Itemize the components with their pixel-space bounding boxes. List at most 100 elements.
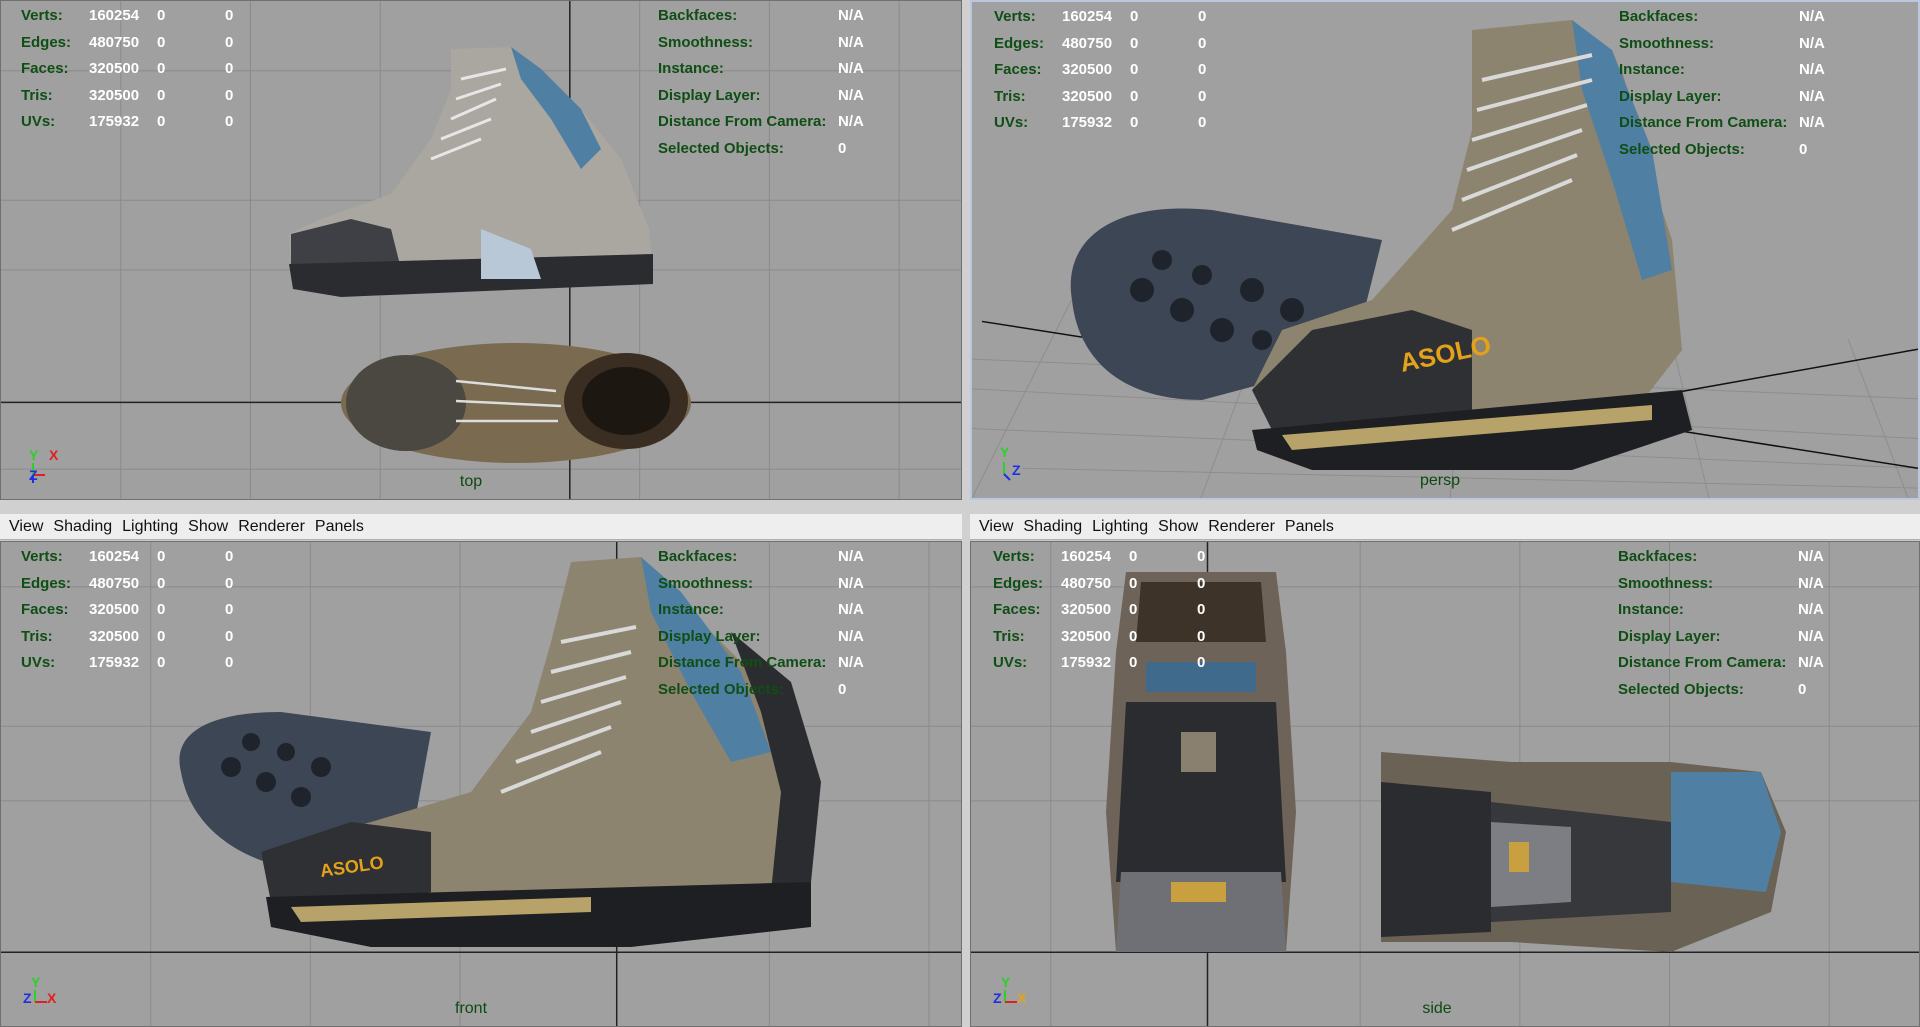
hud-info-row: Distance From Camera: N/A [658,650,898,677]
info-value: N/A [1799,114,1825,131]
info-label: Backfaces: [658,7,738,24]
info-label: Backfaces: [658,548,738,565]
stat-extra: 0 [1197,627,1206,645]
info-label: Distance From Camera: [658,113,827,130]
stat-extra: 0 [225,86,234,104]
stat-value: 320500 [89,60,140,77]
stat-value: 480750 [1062,34,1113,52]
stat-value: 175932 [1062,114,1113,131]
info-label: Display Layer: [1618,627,1721,645]
menu-shading[interactable]: Shading [48,514,117,540]
info-label: Selected Objects: [658,139,784,157]
viewport-persp[interactable]: ASOLO Verts: 160254 0 0 Edges: 480750 0 0 Faces:… [970,0,1920,500]
stat-extra: 0 [225,601,234,618]
hud-stat-row: Faces: 320500 0 0 [994,57,1238,84]
menu-view[interactable]: View [974,514,1018,540]
stat-selected: 0 [157,113,166,130]
info-value: N/A [838,60,864,77]
menu-renderer[interactable]: Renderer [1203,514,1280,540]
menu-view[interactable]: View [4,514,48,540]
hud-info-row: Display Layer: N/A [658,83,898,110]
info-value: N/A [838,7,864,24]
info-value: N/A [1799,34,1825,52]
stat-label: Edges: [993,574,1044,592]
boot-model-sole[interactable] [1371,732,1791,962]
axis-label-x: X [47,990,57,1006]
info-value: N/A [838,627,864,645]
menu-shading[interactable]: Shading [1018,514,1087,540]
hud-stats-left: Verts: 160254 0 0 Edges: 480750 0 0 Faces: 320500… [994,4,1238,137]
info-value: N/A [1799,87,1825,105]
hud-stat-row: UVs: 175932 0 0 [21,109,265,136]
viewport-side[interactable]: Verts: 160254 0 0 Edges: 480750 0 0 Faces: 320500… [970,541,1920,1027]
info-value: N/A [1798,601,1824,618]
viewport-front[interactable]: ASOLO Verts: 160254 0 0 Edges: 480750 0 0 Faces:… [0,541,962,1027]
stat-value: 175932 [89,113,140,130]
menu-lighting[interactable]: Lighting [1087,514,1153,540]
hud-info-row: Backfaces: N/A [1619,4,1859,31]
info-value: N/A [838,113,864,130]
info-value: N/A [838,33,864,51]
stat-value: 160254 [89,7,140,24]
hud-stat-row: Edges: 480750 0 0 [994,31,1238,58]
info-value: N/A [1798,627,1824,645]
stat-selected: 0 [1130,61,1139,78]
menu-panels[interactable]: Panels [310,514,369,540]
hud-info-row: Display Layer: N/A [658,624,898,651]
hud-info-row: Selected Objects: 0 [1619,137,1859,164]
viewport-top[interactable]: Verts: 160254 0 0 Edges: 480750 0 0 Faces: 320500… [0,0,962,500]
stat-value: 320500 [1062,87,1113,105]
panel-menubar: View Shading Lighting Show Renderer Pane… [970,514,1920,540]
axis-label-y: Y [1000,444,1010,460]
stat-value: 175932 [1061,654,1112,671]
stat-label: UVs: [21,113,56,130]
stat-selected: 0 [157,627,166,645]
info-label: Smoothness: [1618,574,1714,592]
stat-selected: 0 [1129,548,1138,565]
stat-label: Tris: [994,87,1026,105]
hud-stat-row: Tris: 320500 0 0 [994,84,1238,111]
hud-stat-row: Tris: 320500 0 0 [21,83,265,110]
hud-stat-row: Edges: 480750 0 0 [993,571,1237,598]
stat-extra: 0 [1198,61,1207,78]
stat-label: Tris: [21,627,53,645]
pane-side: View Shading Lighting Show Renderer Pane… [970,514,1920,1027]
pane-front: View Shading Lighting Show Renderer Pane… [0,514,962,1027]
stat-extra: 0 [225,33,234,51]
info-value: N/A [838,574,864,592]
menu-show[interactable]: Show [183,514,233,540]
hud-stat-row: Verts: 160254 0 0 [993,544,1237,571]
hud-info-row: Backfaces: N/A [1618,544,1858,571]
menu-renderer[interactable]: Renderer [233,514,310,540]
stat-selected: 0 [1129,627,1138,645]
info-label: Distance From Camera: [658,654,827,671]
stat-extra: 0 [1197,574,1206,592]
axis-label-z: Z [993,990,1002,1006]
info-label: Smoothness: [658,574,754,592]
hud-stat-row: Tris: 320500 0 0 [21,624,265,651]
hud-info-row: Backfaces: N/A [658,544,898,571]
hud-info-row: Display Layer: N/A [1618,624,1858,651]
boot-model-side[interactable] [281,29,661,309]
stat-label: UVs: [994,114,1029,131]
hud-info-row: Distance From Camera: N/A [658,109,898,136]
hud-stats-right: Backfaces: N/A Smoothness: N/A Instance: N/A D… [1618,544,1858,703]
info-label: Instance: [1619,61,1685,78]
hud-info-row: Smoothness: N/A [658,571,898,598]
hud-info-row: Smoothness: N/A [1619,31,1859,58]
hud-stat-row: Verts: 160254 0 0 [21,3,265,30]
stat-label: Faces: [21,60,69,77]
menu-lighting[interactable]: Lighting [117,514,183,540]
stat-selected: 0 [1129,574,1138,592]
menu-show[interactable]: Show [1153,514,1203,540]
boot-model-top[interactable] [336,331,706,481]
stat-extra: 0 [225,548,234,565]
stat-extra: 0 [1198,34,1207,52]
stat-value: 480750 [1061,574,1112,592]
menu-panels[interactable]: Panels [1280,514,1339,540]
info-value: N/A [838,601,864,618]
stat-label: Tris: [21,86,53,104]
hud-info-row: Selected Objects: 0 [1618,677,1858,704]
stat-extra: 0 [225,113,234,130]
stat-selected: 0 [157,7,166,24]
